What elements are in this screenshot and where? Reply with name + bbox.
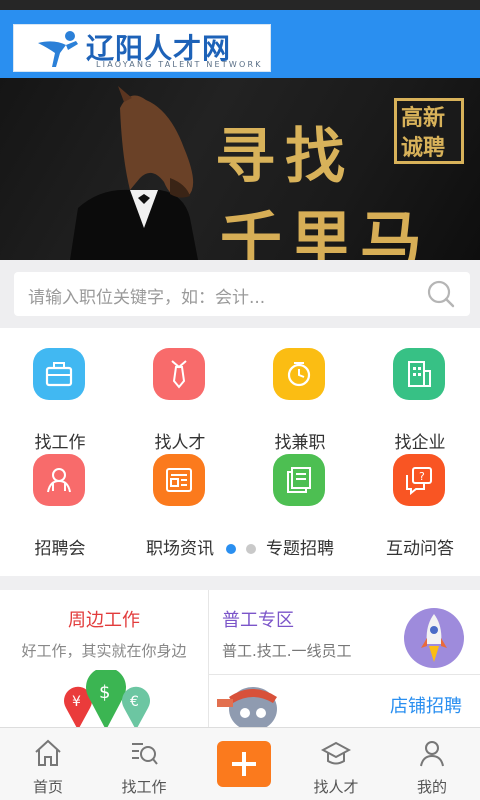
rocket-icon [404,608,464,668]
general-labor-title: 普工专区 [222,610,294,631]
banner-tag-2: 诚聘 [401,136,446,161]
docs-icon [273,454,325,506]
tab-home-label: 首页 [32,778,63,796]
mascot-icon [217,687,277,730]
tab-find-talent-label: 找人才 [313,778,359,796]
menu-item-label: 找人才 [154,433,206,453]
clock-icon [273,348,325,400]
job-search-icon [132,743,158,765]
banner-tag-1: 高新 [401,106,446,131]
tie-icon [153,348,205,400]
menu-item-label: 找工作 [34,433,86,453]
nearby-jobs-card[interactable]: 周边工作 好工作，其实就在你身边 ¥ $ € [0,590,208,730]
shop-recruit-title: 店铺招聘 [390,696,462,717]
status-bar [0,0,480,10]
menu-item-label: 找企业 [394,433,446,453]
home-icon [35,739,61,766]
briefcase-icon [33,348,85,400]
tab-home[interactable]: 首页 [0,728,96,800]
page-dot-active[interactable] [226,544,236,554]
menu-item-find-job[interactable]: 找工作 [0,348,120,453]
tab-mine-label: 我的 [416,778,447,796]
svg-text:€: € [130,694,139,710]
menu-item-find-talent[interactable]: 找人才 [120,348,240,453]
svg-text:$: $ [99,682,110,703]
general-labor-subtitle: 普工.技工.一线员工 [222,642,352,660]
promo-banner[interactable]: 寻找 千里马 高新 诚聘 [0,78,480,260]
promo-section: 周边工作 好工作，其实就在你身边 ¥ $ € 普工专区 普工.技工.一线员工 店… [0,590,480,730]
currency-pins-icon: ¥ $ € [64,670,150,730]
tab-find-job[interactable]: 找工作 [96,728,192,800]
search-icon[interactable] [426,279,456,309]
search-input[interactable]: 请输入职位关键字，如：会计... [14,272,470,316]
menu-item-qa[interactable]: ? 互动问答 [360,454,480,559]
tab-find-job-label: 找工作 [121,778,167,796]
menu-item-part-time[interactable]: 找兼职 [240,348,360,453]
search-placeholder: 请输入职位关键字，如：会计... [28,288,266,308]
nearby-jobs-subtitle: 好工作，其实就在你身边 [21,642,187,660]
general-labor-card[interactable]: 普工专区 普工.技工.一线员工 [209,590,480,674]
horse-man-illustration [70,86,198,260]
site-logo[interactable]: 辽阳人才网 LIAOYANG TALENT NETWORK [13,24,271,72]
svg-text:¥: ¥ [72,694,81,710]
menu-item-label: 专题招聘 [266,539,334,559]
banner-headline-2: 千里马 [220,204,431,260]
shop-recruit-card[interactable]: 店铺招聘 [209,675,480,730]
tab-find-talent[interactable]: 找人才 [288,728,384,800]
menu-item-find-company[interactable]: 找企业 [360,348,480,453]
menu-item-special-recruit[interactable]: 专题招聘 [240,454,360,559]
tab-mine[interactable]: 我的 [384,728,480,800]
logo-subtitle: LIAOYANG TALENT NETWORK [96,60,263,69]
app-header: 辽阳人才网 LIAOYANG TALENT NETWORK [0,10,480,78]
menu-item-label: 职场资讯 [146,539,214,559]
menu-grid: 找工作 找人才 找兼职 找企业 招聘会 职场资讯 专题招聘 ? 互动问答 [0,328,480,576]
menu-item-job-fair[interactable]: 招聘会 [0,454,120,559]
plus-icon [232,762,256,766]
user-icon [420,741,444,767]
menu-item-label: 找兼职 [274,433,326,453]
post-button[interactable] [217,741,271,787]
chat-icon: ? [393,454,445,506]
banner-headline-1: 寻找 [215,122,355,192]
search-section: 请输入职位关键字，如：会计... [0,260,480,328]
nearby-jobs-title: 周边工作 [68,610,140,631]
building-icon [393,348,445,400]
news-icon [153,454,205,506]
menu-item-label: 招聘会 [34,539,86,559]
page-dot[interactable] [246,544,256,554]
people-icon [33,454,85,506]
menu-item-career-news[interactable]: 职场资讯 [120,454,240,559]
menu-item-label: 互动问答 [386,539,454,559]
graduation-cap-icon [321,741,351,765]
logo-figure-icon [38,31,78,67]
svg-text:?: ? [419,470,425,483]
